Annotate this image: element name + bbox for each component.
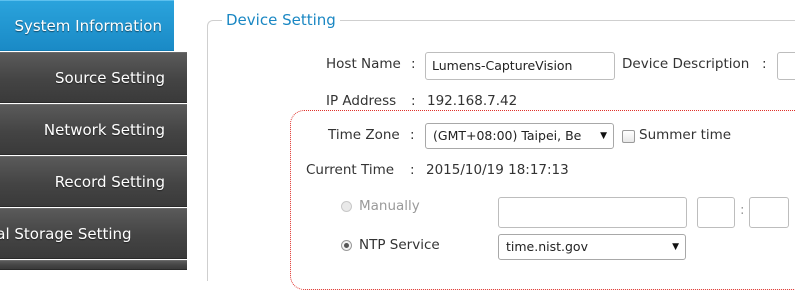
chevron-down-icon: ▼ xyxy=(672,242,679,252)
manually-label: Manually xyxy=(359,198,420,214)
device-description-colon: : xyxy=(762,56,767,72)
device-description-label: Device Description xyxy=(622,56,750,72)
chevron-down-icon: ▼ xyxy=(600,131,607,141)
sidebar-item-label: System Information xyxy=(14,17,162,35)
sidebar-item-label: Source Setting xyxy=(55,69,165,87)
time-zone-label: Time Zone xyxy=(328,127,400,143)
sidebar-item-label: Network Setting xyxy=(43,121,165,139)
device-description-input[interactable] xyxy=(777,52,795,80)
host-name-colon: : xyxy=(411,56,416,72)
manually-radio[interactable] xyxy=(341,201,352,212)
active-indicator-arrow xyxy=(174,14,186,38)
host-name-label: Host Name xyxy=(326,56,401,72)
sidebar-item-label: Record Setting xyxy=(54,173,165,191)
ntp-server-selected: time.nist.gov xyxy=(506,239,588,254)
sidebar-item-next[interactable] xyxy=(0,260,187,270)
manual-hour-input[interactable] xyxy=(697,197,735,228)
ip-address-colon: : xyxy=(411,93,416,109)
current-time-colon: : xyxy=(410,162,415,178)
sidebar-nav: System Information Source Setting Networ… xyxy=(0,0,187,270)
host-name-input[interactable]: Lumens-CaptureVision xyxy=(425,52,615,80)
sidebar-item-system-information[interactable]: System Information xyxy=(0,0,174,51)
current-time-label: Current Time xyxy=(306,162,395,178)
ntp-service-label: NTP Service xyxy=(359,237,440,253)
sidebar-item-network-setting[interactable]: Network Setting xyxy=(0,104,187,155)
manual-minute-input[interactable] xyxy=(749,197,789,228)
sidebar-item-record-setting[interactable]: Record Setting xyxy=(0,156,187,207)
time-zone-colon: : xyxy=(410,127,415,143)
time-separator: : xyxy=(740,202,745,218)
ntp-service-radio[interactable] xyxy=(341,240,352,251)
ip-address-value: 192.168.7.42 xyxy=(427,93,518,109)
manual-date-input[interactable] xyxy=(498,197,687,228)
sidebar-item-local-storage-setting[interactable]: cal Storage Setting xyxy=(0,208,187,259)
summer-time-label: Summer time xyxy=(639,127,732,143)
sidebar-item-label: cal Storage Setting xyxy=(0,225,132,243)
summer-time-checkbox[interactable] xyxy=(622,130,635,143)
time-zone-select[interactable]: (GMT+08:00) Taipei, Be ▼ xyxy=(425,123,614,149)
ntp-server-select[interactable]: time.nist.gov ▼ xyxy=(498,234,686,260)
ip-address-label: IP Address xyxy=(326,93,397,109)
sidebar-item-source-setting[interactable]: Source Setting xyxy=(0,52,187,103)
group-title: Device Setting xyxy=(222,11,340,29)
time-zone-selected: (GMT+08:00) Taipei, Be xyxy=(433,128,582,143)
current-time-value: 2015/10/19 18:17:13 xyxy=(426,162,569,178)
